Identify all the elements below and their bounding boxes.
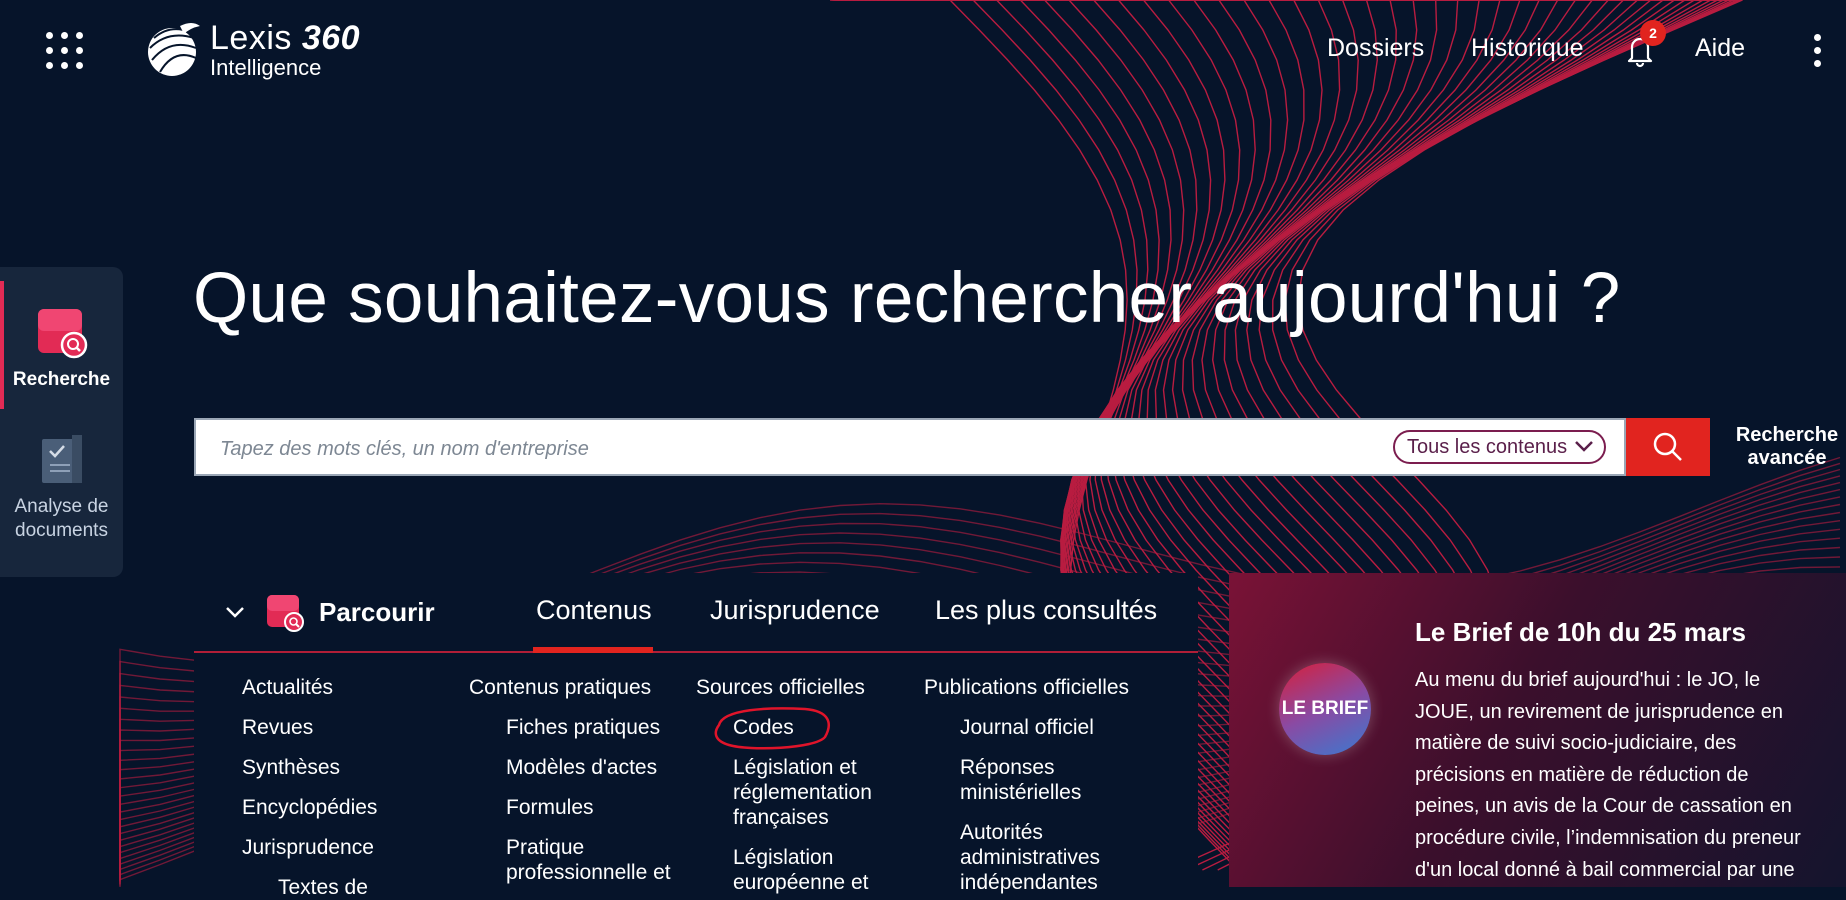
rail-label-analyse-line2: documents [15,520,108,541]
search-icon [1653,432,1682,461]
link-reponses-ministerielles[interactable]: Réponses ministérielles [960,755,1081,805]
notification-badge: 2 [1640,20,1666,46]
apps-grid-icon[interactable] [44,30,86,72]
link-reponses-line1: Réponses [960,756,1055,779]
link-pratique-professionnelle[interactable]: Pratique professionnelle et [506,835,671,885]
lexis-logo-icon [148,23,200,76]
nav-dossiers[interactable]: Dossiers [1327,34,1424,63]
browse-title: Parcourir [319,597,435,627]
link-pratique-line2: professionnelle et [506,861,671,884]
brief-title[interactable]: Le Brief de 10h du 25 mars [1415,617,1746,648]
side-rail: Recherche Analyse de documents [0,267,123,577]
search-bar: Tous les contenus [194,418,1626,476]
link-journal-officiel[interactable]: Journal officiel [960,715,1094,740]
tab-jurisprudence[interactable]: Jurisprudence [710,595,880,626]
chevron-down-icon [1575,441,1593,452]
brand-number: 360 [301,19,361,57]
link-revues[interactable]: Revues [242,715,313,740]
search-doc-icon [37,309,87,359]
search-button[interactable] [1626,418,1710,476]
more-menu-icon[interactable] [1812,34,1822,68]
browse-icon [267,595,304,632]
advanced-search-line2: avancée [1747,447,1827,469]
link-syntheses[interactable]: Synthèses [242,755,340,780]
link-autorites-line2: administratives [960,846,1101,869]
link-pratique-line1: Pratique [506,836,585,859]
link-legislation-eu-line1: Législation [733,846,834,869]
advanced-search-link[interactable]: Recherche avancée [1728,424,1846,470]
brief-card[interactable]: LE BRIEF Le Brief de 10h du 25 mars Au m… [1229,573,1846,887]
rail-item-recherche[interactable]: Recherche [0,305,123,391]
link-formules[interactable]: Formules [506,795,594,820]
brand-subtitle: Intelligence [210,55,322,80]
nav-historique[interactable]: Historique [1471,34,1584,63]
brief-body: Au menu du brief aujourd'hui : le JO, le… [1415,669,1801,881]
link-legislation-fr-line2: réglementation [733,781,872,804]
codes-highlight-annotation [714,707,830,750]
document-check-icon [41,435,82,483]
top-bar: Lexis 360 Intelligence Dossiers Historiq… [0,0,1846,100]
rail-label-recherche: Recherche [12,369,111,390]
browse-panel: Parcourir Contenus Jurisprudence Les plu… [194,573,1198,899]
tab-contenus[interactable]: Contenus [536,595,652,626]
link-autorites-line1: Autorités [960,821,1043,844]
rail-label-analyse-line1: Analyse de [14,496,109,517]
link-modeles-actes[interactable]: Modèles d'actes [506,755,657,780]
nav-aide[interactable]: Aide [1695,34,1745,63]
search-input[interactable] [218,430,1372,468]
tab-les-plus-consultes[interactable]: Les plus consultés [935,595,1157,626]
heading-sources-officielles[interactable]: Sources officielles [696,675,865,700]
link-fiches-pratiques[interactable]: Fiches pratiques [506,715,660,740]
lexis-logo[interactable]: Lexis 360 Intelligence [140,18,360,82]
link-textes[interactable]: Textes de [278,875,368,900]
link-actualites[interactable]: Actualités [242,675,333,700]
brand-name: Lexis [210,19,292,57]
page-headline: Que souhaitez-vous rechercher aujourd'hu… [193,259,1621,338]
chevron-down-icon[interactable] [224,603,246,621]
scope-dropdown-value: Tous les contenus [1407,435,1568,458]
heading-contenus-pratiques[interactable]: Contenus pratiques [469,675,651,700]
scope-dropdown[interactable]: Tous les contenus [1393,430,1606,464]
link-legislation-fr-line3: françaises [733,806,829,829]
rail-item-analyse[interactable]: Analyse de documents [0,431,123,543]
link-autorites-line3: indépendantes [960,871,1098,894]
link-legislation-europeenne[interactable]: Législation européenne et [733,845,868,895]
rail-label-analyse: Analyse de documents [0,495,123,543]
link-reponses-line2: ministérielles [960,781,1082,804]
brief-badge: LE BRIEF [1279,663,1371,755]
link-legislation-eu-line2: européenne et [733,871,869,894]
heading-publications-officielles[interactable]: Publications officielles [924,675,1129,700]
link-encyclopedies[interactable]: Encyclopédies [242,795,377,820]
advanced-search-line1: Recherche [1735,424,1839,446]
browse-header: Parcourir Contenus Jurisprudence Les plu… [194,573,1198,653]
link-jurisprudence[interactable]: Jurisprudence [242,835,374,860]
link-legislation-fr-line1: Législation et [733,756,857,779]
link-autorites-administratives[interactable]: Autorités administratives indépendantes [960,820,1100,895]
active-tab-indicator [533,647,653,653]
link-legislation-francaise[interactable]: Législation et réglementation françaises [733,755,872,830]
